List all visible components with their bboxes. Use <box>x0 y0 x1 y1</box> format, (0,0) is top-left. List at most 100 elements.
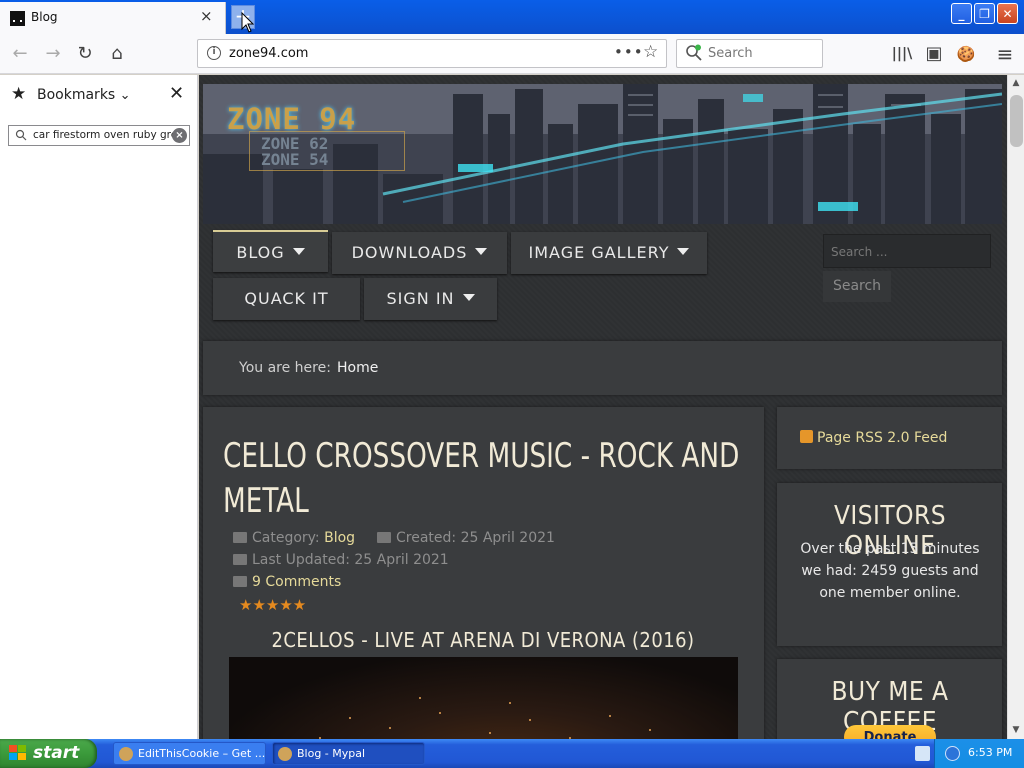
tab-blog[interactable]: Blog × <box>0 2 226 34</box>
windows-taskbar: start EditThisCookie – Get ... Blog - My… <box>0 739 1024 768</box>
scroll-up-icon[interactable]: ▲ <box>1011 78 1021 88</box>
bookmarks-search-value[interactable]: car firestorm oven ruby greyl <box>33 129 173 141</box>
close-window-button[interactable]: ✕ <box>997 3 1018 24</box>
minimize-button[interactable]: _ <box>951 3 972 24</box>
calendar-icon <box>233 554 247 565</box>
visitors-text: Over the past 15 minutes we had: 2459 gu… <box>800 541 980 601</box>
site-info-icon[interactable]: i <box>207 46 221 60</box>
breadcrumb-home-link[interactable]: Home <box>337 360 378 376</box>
maximize-button[interactable]: ❐ <box>974 3 995 24</box>
site-search-input[interactable]: Search ... <box>823 234 991 268</box>
menu-item-sign-in[interactable]: SIGN IN <box>364 278 497 320</box>
search-placeholder: Search <box>708 46 753 61</box>
tab-title: Blog <box>31 10 58 24</box>
home-icon[interactable]: ⌂ <box>105 42 129 66</box>
search-icon <box>15 129 27 141</box>
start-label: start <box>33 743 80 763</box>
system-tray: 6:53 PM <box>915 739 1024 768</box>
search-bar[interactable]: Search <box>676 39 823 68</box>
sidebar-title-text: Bookmarks <box>37 87 116 103</box>
logo-subtitle: ZONE 62 ZONE 54 <box>261 136 328 168</box>
site-logo[interactable]: ZONE 94 <box>227 102 356 136</box>
rating-stars-icon[interactable]: ★★★★★ <box>239 596 306 614</box>
search-engine-icon <box>686 44 702 61</box>
main-menu: BLOG DOWNLOADS IMAGE GALLERY QUACK IT SI… <box>207 230 717 324</box>
start-button[interactable]: start <box>0 739 97 768</box>
library-icon[interactable]: |||\ <box>890 42 914 66</box>
menu-item-quack-it[interactable]: QUACK IT <box>213 278 360 320</box>
window-controls: _ ❐ ✕ <box>951 3 1018 24</box>
forward-arrow-icon[interactable]: → <box>41 42 65 66</box>
taskbar-item-blog[interactable]: Blog - Mypal <box>272 742 425 765</box>
sidebar-title[interactable]: Bookmarks ⌄ <box>37 87 131 103</box>
rss-label: Page RSS 2.0 Feed <box>817 430 948 446</box>
taskbar-item-label: Blog - Mypal <box>297 747 366 760</box>
tab-strip: Blog × + _ ❐ ✕ <box>0 0 1024 34</box>
article-meta-created: Created: 25 April 2021 <box>377 530 555 546</box>
scroll-down-icon[interactable]: ▼ <box>1011 725 1021 735</box>
folder-icon <box>233 532 247 543</box>
nav-toolbar: ← → ↻ ⌂ i zone94.com ••• ☆ Search |||\ ▣… <box>0 34 1024 74</box>
menu-item-downloads[interactable]: DOWNLOADS <box>332 232 507 274</box>
menu-label: IMAGE GALLERY <box>528 243 670 262</box>
mouse-cursor-icon <box>241 12 255 33</box>
url-bar[interactable]: i zone94.com ••• ☆ <box>197 39 667 68</box>
back-arrow-icon[interactable]: ← <box>8 42 32 66</box>
donate-button[interactable]: Donate <box>844 725 936 739</box>
keyboard-icon[interactable] <box>915 746 930 761</box>
menu-item-blog[interactable]: BLOG <box>213 230 328 272</box>
menu-label: BLOG <box>236 243 285 262</box>
article-title[interactable]: CELLO CROSSOVER MUSIC - ROCK AND METAL <box>223 434 756 524</box>
site-search-button[interactable]: Search <box>823 271 891 302</box>
category-label: Category: <box>252 530 320 546</box>
comment-icon <box>233 576 247 587</box>
caret-down-icon <box>475 248 488 255</box>
clear-search-icon[interactable]: × <box>172 128 187 143</box>
page-actions-icon[interactable]: ••• <box>614 43 644 61</box>
bookmarks-star-icon: ★ <box>11 84 27 104</box>
tray-arrow-icon[interactable] <box>945 746 960 761</box>
desktop: Blog × + _ ❐ ✕ ← → ↻ ⌂ i zone94.com ••• … <box>0 0 1024 768</box>
page-viewport: ZONE 94 ZONE 62 ZONE 54 BLOG DOWNLOADS I… <box>199 75 1007 739</box>
calendar-icon <box>377 532 391 543</box>
breadcrumb: You are here: Home <box>203 341 1002 395</box>
caret-down-icon <box>462 294 475 301</box>
reload-icon[interactable]: ↻ <box>73 42 97 66</box>
hamburger-menu-icon[interactable]: ≡ <box>993 42 1017 66</box>
menu-item-image-gallery[interactable]: IMAGE GALLERY <box>511 232 707 274</box>
tab-close-icon[interactable]: × <box>200 9 213 24</box>
sidebar-close-icon[interactable]: ✕ <box>169 83 184 104</box>
bookmarks-search-input[interactable]: car firestorm oven ruby greyl × <box>8 125 190 146</box>
updated-date: Last Updated: 25 April 2021 <box>252 552 449 568</box>
bookmarks-sidebar: ★ Bookmarks ⌄ ✕ car firestorm oven ruby … <box>0 75 198 739</box>
cookie-extension-icon[interactable]: 🍪 <box>954 42 978 66</box>
sidebar-header[interactable]: ★ Bookmarks ⌄ ✕ <box>0 75 197 115</box>
taskbar-item-editthiscookie[interactable]: EditThisCookie – Get ... <box>113 742 266 765</box>
comments-link[interactable]: 9 Comments <box>252 574 341 590</box>
site-favicon-icon <box>10 11 25 26</box>
caret-down-icon <box>292 248 305 255</box>
article-meta-updated: Last Updated: 25 April 2021 <box>233 552 449 568</box>
article-meta-category: Category: Blog <box>233 530 355 546</box>
bookmark-star-icon[interactable]: ☆ <box>643 42 658 62</box>
taskbar-item-label: EditThisCookie – Get ... <box>138 747 266 760</box>
scrollbar-thumb[interactable] <box>1010 95 1023 147</box>
menu-label: DOWNLOADS <box>351 243 468 262</box>
video-thumbnail[interactable] <box>229 657 738 739</box>
chevron-down-icon: ⌄ <box>119 88 131 103</box>
article-comments[interactable]: 9 Comments <box>233 574 341 590</box>
menu-label: SIGN IN <box>386 289 455 308</box>
article-subheading: 2CELLOS - LIVE AT ARENA DI VERONA (2016) <box>271 628 695 652</box>
category-link[interactable]: Blog <box>324 530 355 546</box>
url-text[interactable]: zone94.com <box>229 46 308 61</box>
rss-icon <box>800 430 813 443</box>
site-banner[interactable]: ZONE 94 ZONE 62 ZONE 54 <box>203 84 1002 224</box>
breadcrumb-label: You are here: <box>239 360 331 376</box>
page-scrollbar[interactable]: ▲ ▼ <box>1007 75 1024 739</box>
logo-sub-line: ZONE 54 <box>261 150 329 169</box>
sidebar-toggle-icon[interactable]: ▣ <box>922 42 946 66</box>
windows-flag-icon <box>9 745 27 762</box>
rss-feed-link[interactable]: Page RSS 2.0 Feed <box>800 430 947 446</box>
menu-label: QUACK IT <box>244 289 329 308</box>
visitors-panel: VISITORS ONLINE Over the past 15 minutes… <box>777 483 1002 646</box>
